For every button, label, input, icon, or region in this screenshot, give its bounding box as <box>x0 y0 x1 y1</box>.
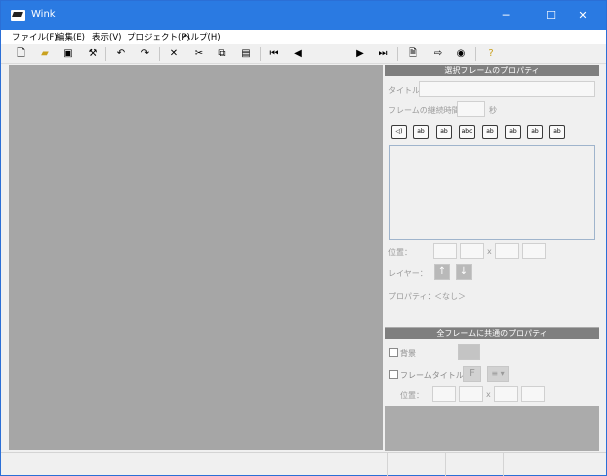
export-icon[interactable]: 🗎 <box>405 46 421 62</box>
undo-icon[interactable]: ↶ <box>113 46 129 62</box>
last-frame-icon[interactable]: ⏭ <box>375 46 391 62</box>
title-input[interactable] <box>419 81 595 97</box>
text-icon[interactable]: abc <box>459 125 475 139</box>
image-icon[interactable]: ab <box>505 125 521 139</box>
position-y-input[interactable] <box>460 243 484 259</box>
publish-icon[interactable]: ◉ <box>453 46 469 62</box>
new-icon[interactable]: 🗋 <box>13 46 29 62</box>
menu-project[interactable]: プロジェクト(P) <box>127 31 190 43</box>
toolbar-separator <box>105 47 106 61</box>
menu-bar: ファイル(F) 編集(E) 表示(V) プロジェクト(P) ヘルプ(H) <box>1 30 606 44</box>
redo-icon[interactable]: ↷ <box>137 46 153 62</box>
title-bar: Wink ─ ☐ ✕ <box>1 1 606 30</box>
frame-title-checkbox[interactable] <box>389 370 398 379</box>
layer-down-button[interactable]: ↓ <box>456 264 472 280</box>
title-position-x-input[interactable] <box>432 386 456 402</box>
callout-icon[interactable]: ab <box>413 125 429 139</box>
shape-icon[interactable]: ab <box>549 125 565 139</box>
selected-frame-header: 選択フレームのプロパティ <box>385 65 599 76</box>
toolbar-separator <box>260 47 261 61</box>
help-icon[interactable]: ? <box>483 46 499 62</box>
objects-list[interactable] <box>389 145 595 240</box>
background-image-button[interactable] <box>458 344 480 360</box>
minimize-button[interactable]: ─ <box>489 1 523 30</box>
arrow-right-icon[interactable]: ⇨ <box>430 46 446 62</box>
layer-label: レイヤー： <box>388 269 428 278</box>
prev-frame-icon[interactable]: ◀ <box>290 46 306 62</box>
frame-title-label: フレームタイトル <box>400 371 464 380</box>
menu-file[interactable]: ファイル(F) <box>12 31 58 43</box>
duration-input[interactable] <box>457 101 485 117</box>
menu-view[interactable]: 表示(V) <box>92 31 121 43</box>
common-frame-properties: 全フレームに共通のプロパティ 背景 フレームタイトル F ≡ ▾ 位置： x <box>385 328 599 406</box>
close-button[interactable]: ✕ <box>566 1 600 30</box>
frame-canvas[interactable] <box>9 65 383 450</box>
height-input[interactable] <box>522 243 546 259</box>
position-label: 位置： <box>388 248 412 257</box>
width-input[interactable] <box>495 243 519 259</box>
delete-icon[interactable]: ✕ <box>166 46 182 62</box>
render-icon[interactable]: ⚒ <box>85 46 101 62</box>
open-icon[interactable]: ▰ <box>37 46 53 62</box>
maximize-button[interactable]: ☐ <box>534 1 568 30</box>
toolbar-separator <box>397 47 398 61</box>
window-title: Wink <box>31 9 56 20</box>
common-frame-header: 全フレームに共通のプロパティ <box>385 328 599 339</box>
copy-icon[interactable]: ⧉ <box>214 46 230 62</box>
next-frame-icon[interactable]: ▶ <box>352 46 368 62</box>
title-width-input[interactable] <box>494 386 518 402</box>
menu-help[interactable]: ヘルプ(H) <box>182 31 221 43</box>
wink-app-icon <box>11 10 25 21</box>
position-x-input[interactable] <box>433 243 457 259</box>
first-frame-icon[interactable]: ⏮ <box>266 46 282 62</box>
menu-edit[interactable]: 編集(E) <box>56 31 85 43</box>
background-label: 背景 <box>400 349 416 358</box>
button-icon[interactable]: ab <box>436 125 452 139</box>
save-icon[interactable]: ▣ <box>60 46 76 62</box>
app-window: Wink ─ ☐ ✕ ファイル(F) 編集(E) 表示(V) プロジェクト(P)… <box>0 0 607 476</box>
cursor-icon[interactable]: ab <box>527 125 543 139</box>
background-checkbox[interactable] <box>389 348 398 357</box>
status-cell-main <box>1 453 388 476</box>
status-cell-2 <box>388 453 446 476</box>
title-height-input[interactable] <box>521 386 545 402</box>
property-label: プロパティ： <box>388 292 436 301</box>
title-size-x-separator: x <box>486 390 491 399</box>
title-position-y-input[interactable] <box>459 386 483 402</box>
font-button[interactable]: F <box>463 366 481 382</box>
align-dropdown[interactable]: ≡ ▾ <box>487 366 509 382</box>
properties-panel: 選択フレームのプロパティ タイトル フレームの継続時間 秒 ◁) ab ab a… <box>385 65 599 451</box>
toolbar: 🗋 ▰ ▣ ⚒ ↶ ↷ ✕ ✂ ⧉ ▤ ⏮ ◀ ▶ ⏭ 🗎 ⇨ ◉ ? <box>1 44 606 64</box>
duration-label: フレームの継続時間 <box>388 106 460 115</box>
duration-unit: 秒 <box>489 106 497 115</box>
position-label-2: 位置： <box>400 391 424 400</box>
toolbar-separator <box>475 47 476 61</box>
sound-icon[interactable]: ◁) <box>391 125 407 139</box>
size-x-separator: x <box>487 247 492 256</box>
toolbar-separator <box>159 47 160 61</box>
paste-icon[interactable]: ▤ <box>238 46 254 62</box>
title-label: タイトル <box>388 86 420 95</box>
property-value: ＜なし＞ <box>434 292 466 301</box>
cut-icon[interactable]: ✂ <box>191 46 207 62</box>
status-bar <box>1 452 606 476</box>
selected-frame-properties: 選択フレームのプロパティ タイトル フレームの継続時間 秒 ◁) ab ab a… <box>385 65 599 327</box>
input-box-icon[interactable]: ab <box>482 125 498 139</box>
layer-up-button[interactable]: ↑ <box>434 264 450 280</box>
status-cell-3 <box>446 453 504 476</box>
